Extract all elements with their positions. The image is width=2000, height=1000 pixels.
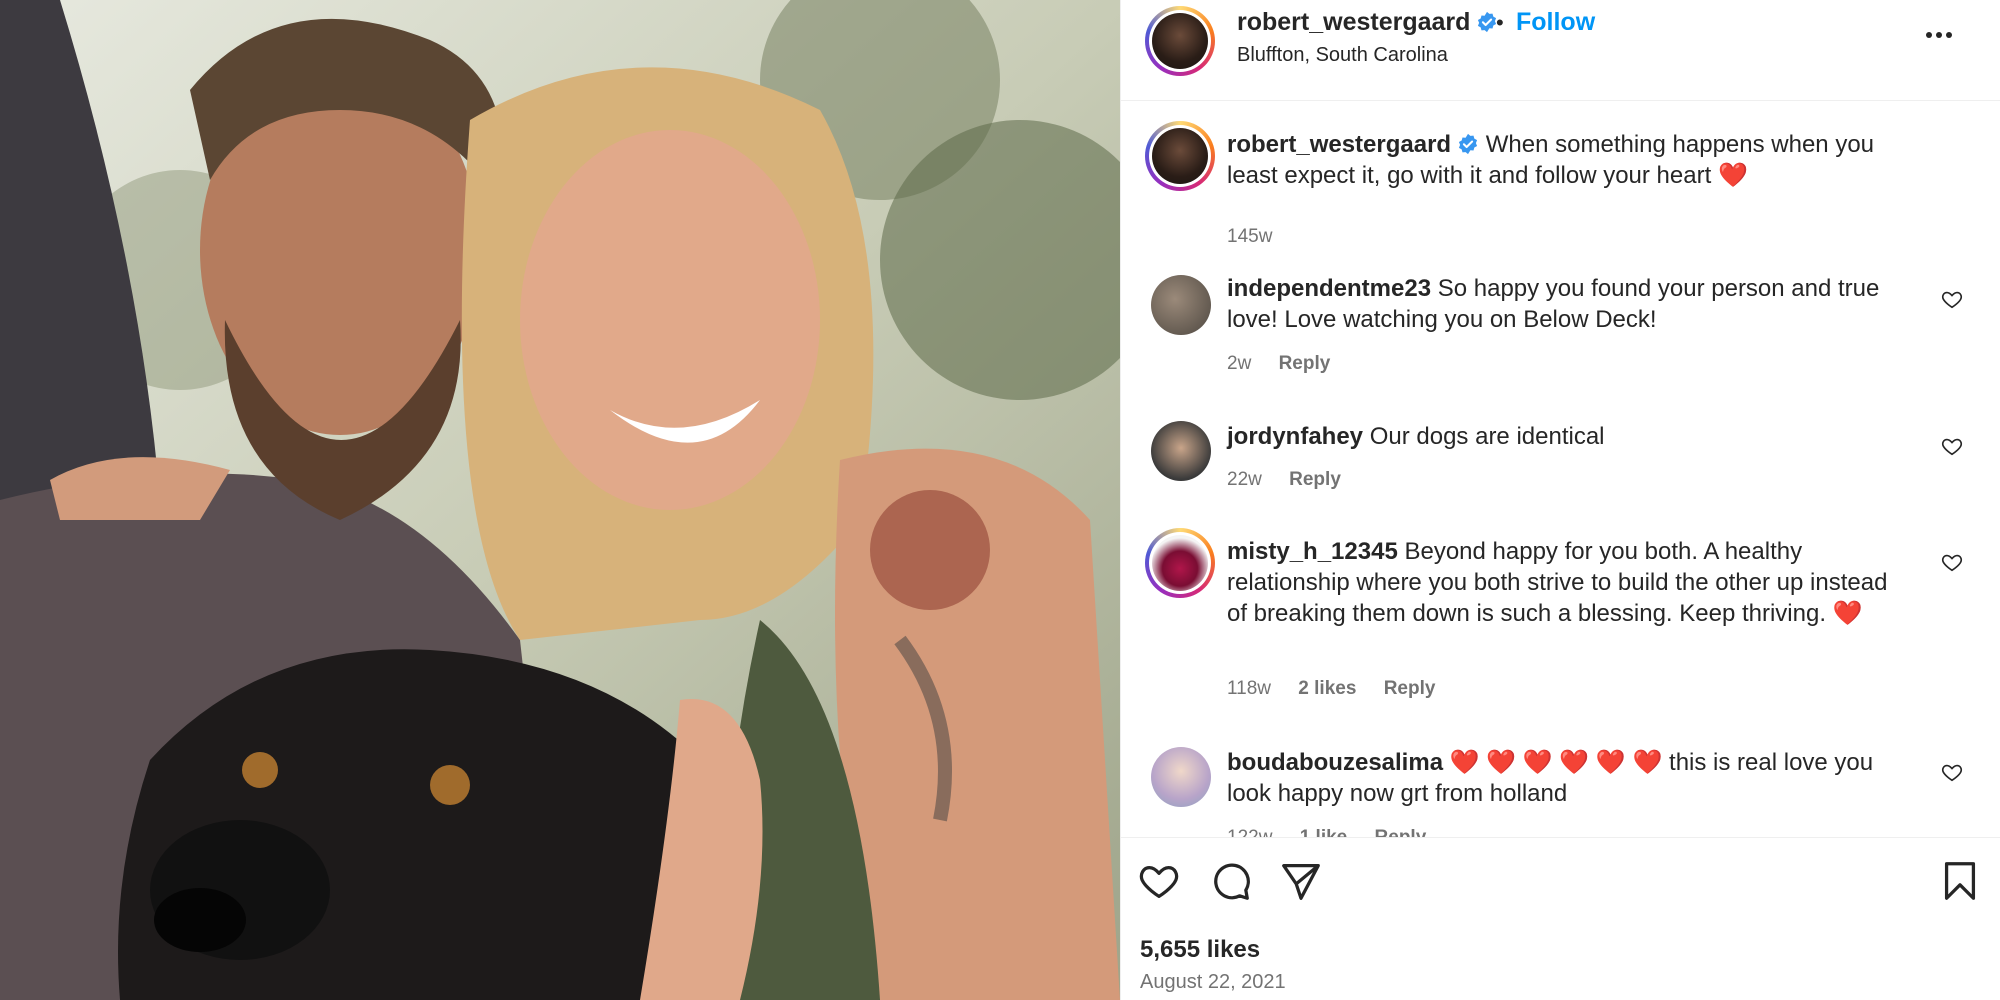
instagram-post-view: robert_westergaard • Follow Bluffton, So…: [0, 0, 2000, 1000]
caption-username[interactable]: robert_westergaard: [1227, 131, 1451, 158]
comment-username[interactable]: misty_h_12345: [1227, 538, 1398, 565]
post-location[interactable]: Bluffton, South Carolina: [1237, 44, 1448, 67]
follow-button[interactable]: Follow: [1516, 8, 1595, 37]
comment-meta: 122w 1 like Reply: [1227, 827, 1448, 837]
bookmark-icon[interactable]: [1937, 858, 1983, 904]
reply-button[interactable]: Reply: [1279, 353, 1331, 374]
comment-text-block: boudabouzesalima ❤️ ❤️ ❤️ ❤️ ❤️ ❤️ this …: [1227, 747, 1907, 809]
comment-likes-count[interactable]: 1 like: [1300, 827, 1348, 837]
photo-illustration: [0, 0, 1120, 1000]
post-photo[interactable]: [0, 0, 1120, 1000]
author-username-text[interactable]: robert_westergaard: [1237, 8, 1470, 36]
comment-icon[interactable]: [1207, 858, 1253, 904]
post-sidebar: robert_westergaard • Follow Bluffton, So…: [1120, 0, 2000, 1000]
header-separator: •: [1496, 10, 1504, 35]
actions-divider: [1121, 837, 2000, 838]
comment-heart-emojis: ❤️ ❤️ ❤️ ❤️ ❤️ ❤️: [1449, 749, 1663, 776]
comment-time[interactable]: 118w: [1227, 678, 1271, 699]
commenter-avatar[interactable]: [1151, 747, 1211, 807]
reply-button[interactable]: Reply: [1375, 827, 1427, 837]
comment-username[interactable]: boudabouzesalima: [1227, 749, 1443, 776]
heart-icon[interactable]: [1136, 858, 1182, 904]
comment-like-heart-icon[interactable]: [1941, 761, 1963, 783]
comment-heart-emoji: ❤️: [1832, 600, 1863, 627]
caption-text-block: robert_westergaard When something happen…: [1227, 129, 1907, 191]
commenter-avatar[interactable]: [1151, 275, 1211, 335]
comment-like-heart-icon[interactable]: [1941, 551, 1963, 573]
comment-text-block: misty_h_12345 Beyond happy for you both.…: [1227, 536, 1907, 629]
comment-like-heart-icon[interactable]: [1941, 288, 1963, 310]
comment-text: Our dogs are identical: [1369, 423, 1605, 450]
comment-username[interactable]: jordynfahey: [1227, 423, 1363, 450]
commenter-avatar[interactable]: [1151, 421, 1211, 481]
comment-text-block: independentme23 So happy you found your …: [1227, 273, 1907, 335]
verified-badge-icon: [1459, 133, 1478, 155]
author-username[interactable]: robert_westergaard: [1237, 8, 1498, 37]
comment-likes-count[interactable]: 2 likes: [1298, 678, 1356, 699]
author-avatar[interactable]: [1145, 6, 1215, 76]
post-date[interactable]: August 22, 2021: [1140, 971, 1286, 994]
caption-meta: 145w: [1227, 226, 1294, 248]
share-icon[interactable]: [1278, 858, 1324, 904]
comment-time[interactable]: 122w: [1227, 827, 1272, 837]
comment-meta: 2w Reply: [1227, 353, 1352, 375]
likes-count[interactable]: 5,655 likes: [1140, 936, 1260, 964]
comment-meta: 118w 2 likes Reply: [1227, 678, 1457, 700]
comment-time[interactable]: 2w: [1227, 353, 1251, 374]
comment-like-heart-icon[interactable]: [1941, 435, 1963, 457]
reply-button[interactable]: Reply: [1384, 678, 1436, 699]
comment-username[interactable]: independentme23: [1227, 275, 1431, 302]
more-options-icon[interactable]: [1919, 20, 1959, 50]
comment-meta: 22w Reply: [1227, 469, 1363, 491]
comment-time[interactable]: 22w: [1227, 469, 1262, 490]
reply-button[interactable]: Reply: [1289, 469, 1341, 490]
caption-time[interactable]: 145w: [1227, 226, 1272, 247]
caption-author-avatar[interactable]: [1145, 121, 1215, 191]
commenter-avatar[interactable]: [1145, 528, 1215, 598]
caption-heart-emoji: ❤️: [1717, 162, 1748, 189]
comments-list[interactable]: robert_westergaard When something happen…: [1121, 101, 2000, 837]
comment-text-block: jordynfahey Our dogs are identical: [1227, 421, 1907, 452]
